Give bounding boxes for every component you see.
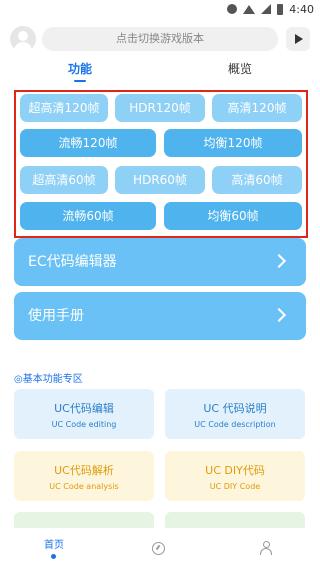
- avatar-head-icon: [18, 31, 28, 41]
- card-title: UC代码解析: [54, 464, 114, 477]
- signal-icon: [261, 4, 272, 14]
- user-icon[interactable]: [260, 541, 272, 555]
- user-manual-label: 使用手册: [28, 308, 84, 324]
- card-subtitle: UC Code analysis: [49, 482, 119, 491]
- card-title: UC 代码说明: [203, 402, 267, 415]
- version-switch-input[interactable]: 点击切换游戏版本: [42, 27, 278, 51]
- preset-button-ultra-120[interactable]: 超高清120帧: [20, 94, 108, 122]
- bottom-nav: 首页: [0, 528, 320, 568]
- section-title: ◎基本功能专区: [14, 374, 83, 385]
- card-subtitle: UC DIY Code: [209, 482, 261, 491]
- status-time: 4:40: [289, 2, 314, 16]
- preset-button-balanced-60[interactable]: 均衡60帧: [164, 202, 302, 230]
- chevron-right-icon: [271, 253, 287, 269]
- uc-code-analysis-card[interactable]: UC代码解析 UC Code analysis: [14, 451, 154, 501]
- avatar-body-icon: [14, 42, 32, 52]
- ec-code-editor-label: EC代码编辑器: [28, 254, 117, 270]
- user-manual-button[interactable]: 使用手册: [14, 292, 306, 340]
- preset-button-hd-120[interactable]: 高清120帧: [212, 94, 302, 122]
- wifi-icon: [243, 4, 256, 14]
- uc-code-edit-card[interactable]: UC代码编辑 UC Code editing: [14, 389, 154, 439]
- card-title: UC DIY代码: [205, 464, 265, 477]
- location-icon: [227, 4, 238, 14]
- play-icon[interactable]: [286, 27, 310, 51]
- preset-button-smooth-120[interactable]: 流畅120帧: [20, 129, 156, 157]
- preset-button-hdr-60[interactable]: HDR60帧: [115, 166, 205, 194]
- nav-active-dot: [51, 554, 56, 559]
- nav-home[interactable]: 首页: [24, 536, 84, 551]
- card-subtitle: UC Code description: [194, 420, 276, 429]
- tab-overview[interactable]: 概览: [200, 60, 280, 77]
- compass-icon[interactable]: [152, 542, 165, 555]
- tab-indicator: [74, 80, 86, 82]
- preset-button-smooth-60[interactable]: 流畅60帧: [20, 202, 156, 230]
- preset-button-hdr-120[interactable]: HDR120帧: [115, 94, 205, 122]
- avatar[interactable]: [10, 26, 36, 52]
- battery-icon: [277, 3, 284, 15]
- tab-bar: 功能 概览: [0, 60, 320, 88]
- preset-button-ultra-60[interactable]: 超高清60帧: [20, 166, 108, 194]
- status-bar: 4:40: [0, 0, 320, 18]
- card-subtitle: UC Code editing: [51, 420, 117, 429]
- preset-button-hd-60[interactable]: 高清60帧: [212, 166, 302, 194]
- tab-functions[interactable]: 功能: [40, 60, 120, 77]
- chevron-right-icon: [271, 307, 287, 323]
- ec-code-editor-button[interactable]: EC代码编辑器: [14, 238, 306, 286]
- preset-button-balanced-120[interactable]: 均衡120帧: [164, 129, 302, 157]
- card-title: UC代码编辑: [54, 402, 114, 415]
- uc-code-description-card[interactable]: UC 代码说明 UC Code description: [165, 389, 305, 439]
- top-bar: 点击切换游戏版本: [0, 24, 320, 54]
- uc-diy-code-card[interactable]: UC DIY代码 UC DIY Code: [165, 451, 305, 501]
